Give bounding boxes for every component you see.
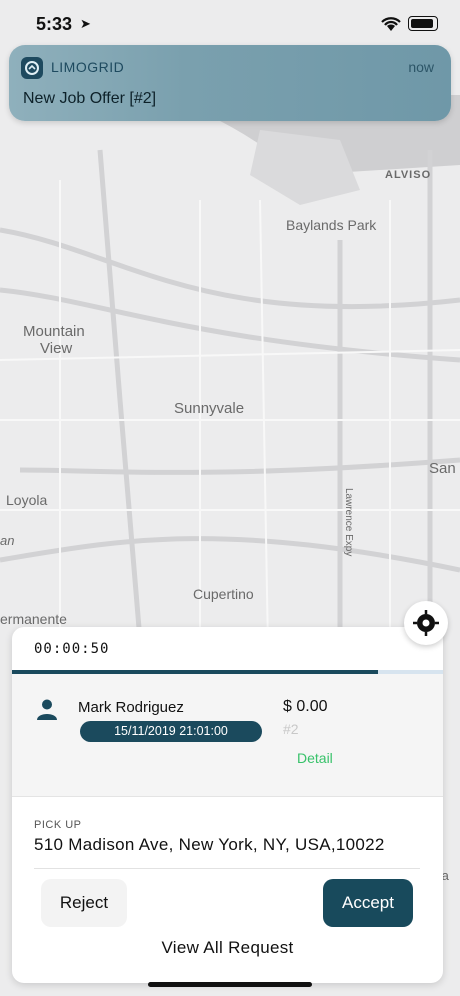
person-icon	[37, 699, 57, 720]
map-label-permanente: ermanente	[0, 611, 67, 627]
location-arrow-icon: ➤	[80, 16, 91, 31]
map-label-santa-clara: San	[429, 460, 456, 477]
my-location-button[interactable]	[404, 601, 448, 645]
map-label-lawrence-expy: Lawrence Expy	[343, 488, 354, 556]
job-offer-card: 00:00:50 Mark Rodriguez 15/11/2019 21:01…	[12, 627, 443, 983]
status-bar: 5:33 ➤	[0, 0, 460, 48]
job-price: $ 0.00	[283, 698, 328, 715]
map-label-alviso: ALVISO	[385, 169, 431, 181]
map-label-cupertino: Cupertino	[193, 586, 254, 602]
map-label-baylands-park: Baylands Park	[286, 217, 377, 233]
map-label-edge-an: an	[0, 533, 14, 548]
job-summary: Mark Rodriguez 15/11/2019 21:01:00 $ 0.0…	[12, 674, 443, 797]
map-label-mountain: Mountain	[23, 323, 85, 340]
limogrid-app-icon	[21, 57, 43, 79]
home-indicator[interactable]	[148, 982, 312, 987]
divider	[34, 868, 420, 869]
battery-icon	[408, 16, 438, 31]
customer-name: Mark Rodriguez	[78, 699, 184, 716]
map-label-view: View	[40, 340, 72, 357]
view-all-request-link[interactable]: View All Request	[12, 938, 443, 958]
accept-button[interactable]: Accept	[323, 879, 413, 927]
job-number: #2	[283, 721, 299, 737]
detail-link[interactable]: Detail	[297, 750, 333, 766]
status-time: 5:33	[36, 14, 73, 34]
map-label-loyola: Loyola	[6, 492, 47, 508]
notification-app-name: LIMOGRID	[51, 59, 125, 75]
reject-button[interactable]: Reject	[41, 879, 127, 927]
notification-time: now	[408, 59, 434, 75]
countdown-timer: 00:00:50	[34, 641, 110, 657]
wifi-icon	[381, 17, 401, 31]
notification-message: New Job Offer [#2]	[23, 90, 157, 107]
pickup-datetime-badge: 15/11/2019 21:01:00	[80, 721, 262, 742]
job-offer-notification[interactable]: LIMOGRID now New Job Offer [#2]	[9, 45, 451, 121]
crosshair-icon	[413, 610, 439, 636]
map-label-sunnyvale: Sunnyvale	[174, 400, 244, 417]
pickup-address: 510 Madison Ave, New York, NY, USA,10022	[34, 835, 385, 854]
pickup-label: PICK UP	[34, 819, 82, 831]
